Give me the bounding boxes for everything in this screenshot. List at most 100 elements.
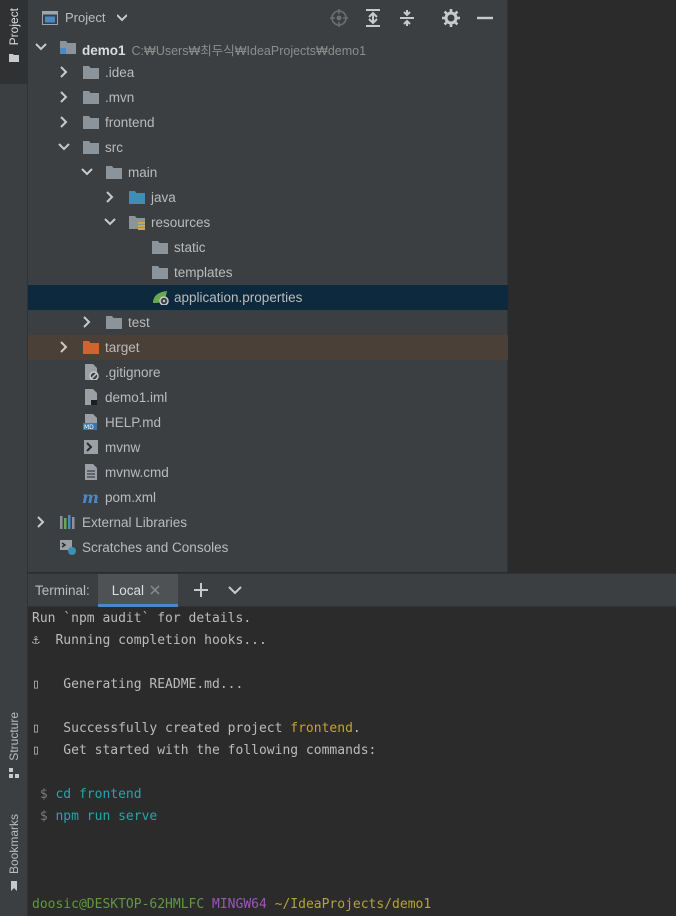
chevron-down-icon[interactable] <box>58 141 70 153</box>
chevron-down-icon <box>117 13 128 21</box>
view-selector[interactable]: Project <box>42 10 128 25</box>
expand-all-icon <box>366 8 380 27</box>
terminal-line: ▯ Successfully created project frontend. <box>32 721 361 736</box>
chevron-right-icon[interactable] <box>81 316 93 328</box>
tree-item[interactable]: main <box>28 160 508 185</box>
tree-item-label: mvnw.cmd <box>105 465 169 480</box>
terminal-line: ▯ Generating README.md... <box>32 677 243 692</box>
tree-item-label: demo1 <box>82 43 126 58</box>
terminal-text: ▯ Successfully created project <box>32 721 291 736</box>
terminal-text: $ <box>32 809 56 824</box>
terminal-title: Terminal: <box>35 582 90 598</box>
folder-icon <box>105 314 123 330</box>
tree-item[interactable]: src <box>28 135 508 160</box>
tree-item-label: External Libraries <box>82 515 188 530</box>
tree-item-label: target <box>105 340 140 355</box>
shell-script-icon <box>82 439 100 455</box>
terminal-output[interactable]: Run `npm audit` for details. ⚓ Running co… <box>28 607 676 916</box>
tree-item[interactable]: .mvn <box>28 85 508 110</box>
tree-item[interactable]: .idea <box>28 60 508 85</box>
tree-item[interactable]: test <box>28 310 508 335</box>
left-tool-stripe: Project Structure Bookmarks <box>0 0 28 916</box>
project-tool-button[interactable]: Project <box>0 0 28 84</box>
terminal-text: cd frontend <box>55 787 142 802</box>
tree-item[interactable]: demo1 C:₩Users₩최두식₩IdeaProjects₩demo1 <box>28 35 508 60</box>
chevron-down-icon[interactable] <box>81 166 93 178</box>
expand-all-button[interactable] <box>356 0 390 35</box>
project-window-icon <box>42 10 58 25</box>
tree-item[interactable]: frontend <box>28 110 508 135</box>
folder-icon <box>82 64 100 80</box>
tree-item-label: pom.xml <box>105 490 157 505</box>
chevron-right-icon[interactable] <box>58 341 70 353</box>
tree-item[interactable]: static <box>28 235 508 260</box>
tree-item-label: src <box>105 140 123 155</box>
module-folder-icon <box>59 39 77 55</box>
gear-icon <box>442 8 460 27</box>
terminal-dropdown-button[interactable] <box>218 574 252 607</box>
folder-icon <box>9 54 19 63</box>
project-tree: demo1 C:₩Users₩최두식₩IdeaProjects₩demo1 .ide… <box>28 35 508 560</box>
tree-item[interactable]: resources <box>28 210 508 235</box>
excluded-folder-icon <box>82 339 100 355</box>
tree-item[interactable]: java <box>28 185 508 210</box>
select-opened-file-button[interactable] <box>322 0 356 35</box>
tree-item[interactable]: target <box>28 335 508 360</box>
chevron-right-icon[interactable] <box>35 516 47 528</box>
tree-item-label: .idea <box>105 65 135 80</box>
terminal-line: $ npm run serve <box>32 809 157 824</box>
close-icon[interactable] <box>150 585 160 595</box>
tree-item[interactable]: mvnw <box>28 435 508 460</box>
project-panel-header: Project <box>28 0 508 35</box>
tab-local[interactable]: Local <box>97 573 178 607</box>
chevron-right-icon[interactable] <box>58 66 70 78</box>
ignore-file-icon <box>82 364 100 381</box>
tree-item-label: test <box>128 315 150 330</box>
tree-item-label: demo1.iml <box>105 390 168 405</box>
tree-item[interactable]: templates <box>28 260 508 285</box>
tree-item[interactable]: m pom.xml <box>28 485 508 510</box>
tree-item[interactable]: application.properties <box>28 285 508 310</box>
folder-icon <box>105 164 123 180</box>
tree-item[interactable]: Scratches and Consoles <box>28 535 508 560</box>
terminal-line: Run `npm audit` for details. <box>32 611 251 626</box>
bookmarks-tool-label: Bookmarks <box>7 814 21 875</box>
options-button[interactable] <box>434 0 468 35</box>
hide-panel-button[interactable] <box>468 0 502 35</box>
bookmark-icon <box>11 881 17 892</box>
chevron-right-icon[interactable] <box>58 116 70 128</box>
terminal-text: ⚓ Running completion hooks... <box>32 633 267 648</box>
text-file-icon <box>82 464 100 480</box>
iml-file-icon <box>82 389 100 405</box>
markdown-file-icon: MD <box>82 414 100 431</box>
maven-icon: m <box>82 488 100 507</box>
chevron-right-icon[interactable] <box>104 191 116 203</box>
chevron-down-icon[interactable] <box>104 216 116 228</box>
new-terminal-button[interactable] <box>184 574 218 607</box>
tree-item[interactable]: External Libraries <box>28 510 508 535</box>
collapse-all-button[interactable] <box>390 0 424 35</box>
terminal-text: npm run serve <box>55 809 158 824</box>
structure-tool-button[interactable]: Structure <box>0 712 28 785</box>
tree-item-label: templates <box>174 265 233 280</box>
terminal-text: ▯ Generating README.md... <box>32 677 244 692</box>
tree-item[interactable]: MD HELP.md <box>28 410 508 435</box>
bookmarks-tool-button[interactable]: Bookmarks <box>0 814 28 898</box>
folder-icon <box>151 264 169 280</box>
tree-item[interactable]: .gitignore <box>28 360 508 385</box>
terminal-line: doosic@DESKTOP-62HMLFC MINGW64 ~/IdeaPro… <box>32 897 431 912</box>
chevron-down-icon[interactable] <box>35 41 47 53</box>
tree-item[interactable]: demo1.iml <box>28 385 508 410</box>
panel-title: Project <box>65 10 106 25</box>
svg-text:m: m <box>82 489 99 505</box>
tree-item[interactable]: mvnw.cmd <box>28 460 508 485</box>
tree-item-label: java <box>151 190 176 205</box>
minimize-icon <box>477 16 493 19</box>
chevron-right-icon[interactable] <box>58 91 70 103</box>
tree-item-path: C:₩Users₩최두식₩IdeaProjects₩demo1 <box>131 44 367 58</box>
chevron-down-icon <box>228 585 242 594</box>
tree-item-label: main <box>128 165 158 180</box>
locate-icon <box>330 8 348 27</box>
terminal-text: ▯ Get started with the following command… <box>32 743 377 758</box>
